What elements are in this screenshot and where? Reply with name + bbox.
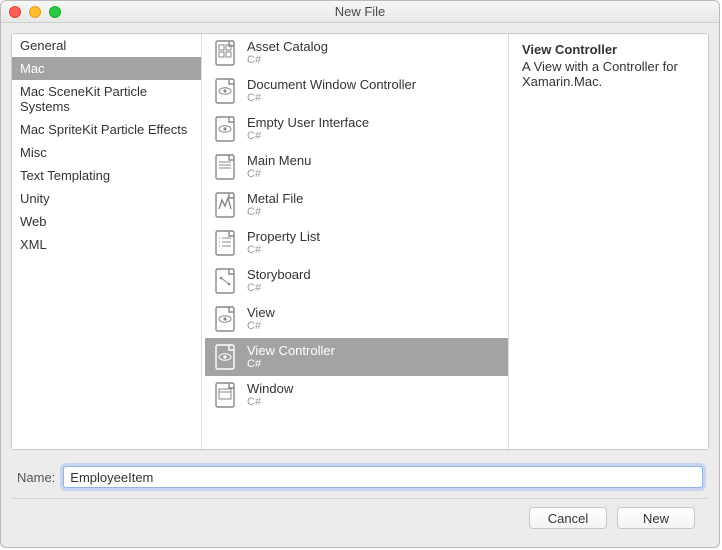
titlebar: New File bbox=[1, 1, 719, 23]
template-description: View Controller A View with a Controller… bbox=[512, 34, 708, 449]
grid-icon bbox=[211, 38, 239, 68]
eye-icon bbox=[211, 114, 239, 144]
name-row: Name: bbox=[11, 450, 709, 498]
close-icon[interactable] bbox=[9, 6, 21, 18]
template-name: Storyboard bbox=[247, 267, 311, 283]
cancel-button[interactable]: Cancel bbox=[529, 507, 607, 529]
template-item[interactable]: View ControllerC# bbox=[205, 338, 508, 376]
template-sub: C# bbox=[247, 206, 303, 219]
eye-icon bbox=[211, 76, 239, 106]
template-item[interactable]: Main MenuC# bbox=[205, 148, 508, 186]
template-sub: C# bbox=[247, 320, 275, 333]
window-icon bbox=[211, 380, 239, 410]
doc-icon bbox=[211, 152, 239, 182]
template-sub: C# bbox=[247, 282, 311, 295]
template-name: Property List bbox=[247, 229, 320, 245]
template-name: View Controller bbox=[247, 343, 335, 359]
category-item[interactable]: Web bbox=[12, 210, 201, 233]
category-item[interactable]: Unity bbox=[12, 187, 201, 210]
story-icon bbox=[211, 266, 239, 296]
template-item[interactable]: WindowC# bbox=[205, 376, 508, 414]
template-sub: C# bbox=[247, 358, 335, 371]
template-sub: C# bbox=[247, 168, 311, 181]
category-item[interactable]: Mac SpriteKit Particle Effects bbox=[12, 118, 201, 141]
list-icon bbox=[211, 228, 239, 258]
template-item[interactable]: Empty User InterfaceC# bbox=[205, 110, 508, 148]
template-item[interactable]: Document Window ControllerC# bbox=[205, 72, 508, 110]
template-name: Window bbox=[247, 381, 293, 397]
zoom-icon[interactable] bbox=[49, 6, 61, 18]
window-title: New File bbox=[1, 4, 719, 19]
template-sub: C# bbox=[247, 244, 320, 257]
category-item[interactable]: XML bbox=[12, 233, 201, 256]
template-name: View bbox=[247, 305, 275, 321]
category-item[interactable]: Mac SceneKit Particle Systems bbox=[12, 80, 201, 118]
template-name: Empty User Interface bbox=[247, 115, 369, 131]
template-name: Main Menu bbox=[247, 153, 311, 169]
template-item[interactable]: Asset CatalogC# bbox=[205, 34, 508, 72]
template-sub: C# bbox=[247, 92, 416, 105]
category-item[interactable]: Misc bbox=[12, 141, 201, 164]
template-item[interactable]: ViewC# bbox=[205, 300, 508, 338]
eye-icon bbox=[211, 304, 239, 334]
new-button[interactable]: New bbox=[617, 507, 695, 529]
template-sub: C# bbox=[247, 130, 369, 143]
template-name: Asset Catalog bbox=[247, 39, 328, 55]
metal-icon bbox=[211, 190, 239, 220]
template-picker: GeneralMacMac SceneKit Particle SystemsM… bbox=[11, 33, 709, 450]
category-item[interactable]: Mac bbox=[12, 57, 201, 80]
new-file-dialog: New File GeneralMacMac SceneKit Particle… bbox=[0, 0, 720, 548]
template-item[interactable]: Metal FileC# bbox=[205, 186, 508, 224]
dialog-buttons: Cancel New bbox=[11, 499, 709, 547]
template-sub: C# bbox=[247, 396, 293, 409]
minimize-icon[interactable] bbox=[29, 6, 41, 18]
description-title: View Controller bbox=[522, 42, 698, 57]
template-item[interactable]: Property ListC# bbox=[205, 224, 508, 262]
name-label: Name: bbox=[17, 470, 55, 485]
category-item[interactable]: Text Templating bbox=[12, 164, 201, 187]
category-list[interactable]: GeneralMacMac SceneKit Particle SystemsM… bbox=[12, 34, 202, 449]
dialog-content: GeneralMacMac SceneKit Particle SystemsM… bbox=[1, 23, 719, 547]
eye-icon bbox=[211, 342, 239, 372]
window-controls bbox=[9, 6, 61, 18]
category-item[interactable]: General bbox=[12, 34, 201, 57]
template-name: Document Window Controller bbox=[247, 77, 416, 93]
template-name: Metal File bbox=[247, 191, 303, 207]
template-sub: C# bbox=[247, 54, 328, 67]
template-item[interactable]: StoryboardC# bbox=[205, 262, 508, 300]
name-input[interactable] bbox=[63, 466, 703, 488]
template-list[interactable]: Asset CatalogC#Document Window Controlle… bbox=[205, 34, 509, 449]
description-body: A View with a Controller for Xamarin.Mac… bbox=[522, 59, 698, 89]
